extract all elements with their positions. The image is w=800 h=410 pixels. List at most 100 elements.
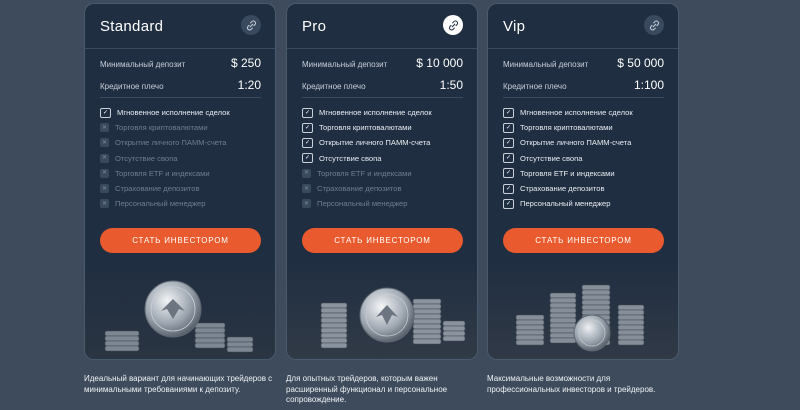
min-deposit-value: $ 10 000: [416, 56, 463, 70]
feature-label: Торговля ETF и индексами: [520, 168, 615, 178]
feature-item: ✓ Торговля криптовалютами: [503, 120, 668, 135]
coin-stack-image: [287, 259, 477, 359]
leverage-label: Кредитное плечо: [100, 82, 164, 91]
feature-item: ✓ Торговля ETF и индексами: [503, 166, 668, 181]
feature-label: Отсутствие свопа: [520, 153, 583, 163]
feature-label: Отсутствие свопа: [319, 153, 382, 163]
plan-card-header: Pro: [287, 4, 477, 49]
divider: [503, 97, 664, 98]
checkmark-icon: ✓: [503, 183, 514, 194]
leverage-value: 1:50: [439, 78, 463, 92]
feature-label: Открытие личного ПАММ-счета: [319, 138, 431, 148]
coin-stack-image: [488, 259, 678, 359]
feature-label: Торговля криптовалютами: [115, 123, 208, 133]
checkmark-icon: ✓: [503, 153, 514, 164]
checkmark-icon: ✓: [302, 122, 313, 133]
feature-item: ✓ Открытие личного ПАММ-счета: [302, 135, 467, 150]
feature-item: ✕ Открытие личного ПАММ-счета: [100, 135, 265, 150]
feature-label: Персональный менеджер: [317, 199, 408, 209]
feature-label: Открытие личного ПАММ-счета: [520, 138, 632, 148]
plan-description: Идеальный вариант для начинающих трейдер…: [84, 374, 273, 394]
leverage-row: Кредитное плечо 1:100: [503, 78, 664, 94]
checkmark-icon: ✓: [503, 168, 514, 179]
leverage-value: 1:100: [633, 78, 664, 92]
min-deposit-row: Минимальный депозит $ 250: [100, 56, 261, 72]
cross-icon: ✕: [302, 184, 311, 194]
checkmark-icon: ✓: [302, 137, 313, 148]
feature-label: Мгновенное исполнение сделок: [117, 108, 230, 118]
feature-item: ✕ Торговля криптовалютами: [100, 120, 265, 135]
cross-icon: ✕: [302, 199, 311, 209]
feature-list: ✓ Мгновенное исполнение сделок ✕ Торговля к…: [100, 105, 265, 211]
min-deposit-value: $ 50 000: [617, 56, 664, 70]
feature-list: ✓ Мгновенное исполнение сделок ✓ Торговля к…: [302, 105, 467, 211]
plan-description: Для опытных трейдеров, которым важен рас…: [286, 374, 448, 404]
divider: [100, 97, 261, 98]
feature-item: ✓ Мгновенное исполнение сделок: [503, 105, 668, 120]
feature-item: ✕ Торговля ETF и индексами: [100, 166, 265, 181]
cross-icon: ✕: [100, 123, 109, 133]
leverage-row: Кредитное плечо 1:50: [302, 78, 463, 94]
leverage-label: Кредитное плечо: [503, 82, 567, 91]
min-deposit-value: $ 250: [230, 56, 261, 70]
feature-item: ✕ Персональный менеджер: [100, 196, 265, 211]
feature-label: Персональный менеджер: [520, 199, 611, 209]
cross-icon: ✕: [100, 168, 109, 178]
coin-stack-image: [85, 259, 275, 359]
become-investor-button[interactable]: СТАТЬ ИНВЕСТОРОМ: [302, 228, 463, 253]
link-icon[interactable]: [644, 15, 664, 35]
plan-card-header: Standard: [85, 4, 275, 49]
min-deposit-row: Минимальный депозит $ 50 000: [503, 56, 664, 72]
min-deposit-label: Минимальный депозит: [100, 60, 186, 69]
leverage-value: 1:20: [237, 78, 261, 92]
feature-label: Мгновенное исполнение сделок: [319, 108, 432, 118]
cross-icon: ✕: [100, 138, 109, 148]
min-deposit-label: Минимальный депозит: [302, 60, 388, 69]
feature-label: Торговля криптовалютами: [520, 123, 613, 133]
feature-label: Открытие личного ПАММ-счета: [115, 138, 227, 148]
become-investor-button[interactable]: СТАТЬ ИНВЕСТОРОМ: [503, 228, 664, 253]
leverage-label: Кредитное плечо: [302, 82, 366, 91]
feature-label: Отсутствие свопа: [115, 153, 178, 163]
feature-label: Торговля криптовалютами: [319, 123, 412, 133]
cross-icon: ✕: [100, 184, 109, 194]
feature-label: Страхование депозитов: [317, 184, 402, 194]
feature-item: ✓ Открытие личного ПАММ-счета: [503, 135, 668, 150]
plan-name: Standard: [100, 18, 164, 35]
feature-label: Мгновенное исполнение сделок: [520, 108, 633, 118]
checkmark-icon: ✓: [302, 107, 313, 118]
cross-icon: ✕: [100, 199, 109, 209]
feature-label: Торговля ETF и индексами: [317, 168, 412, 178]
checkmark-icon: ✓: [503, 198, 514, 209]
feature-label: Страхование депозитов: [520, 184, 605, 194]
plan-name: Pro: [302, 18, 327, 35]
checkmark-icon: ✓: [302, 153, 313, 164]
feature-item: ✓ Отсутствие свопа: [503, 151, 668, 166]
plan-card-standard: Standard Минимальный депозит $ 250 Креди…: [84, 3, 276, 360]
feature-item: ✓ Торговля криптовалютами: [302, 120, 467, 135]
feature-item: ✓ Мгновенное исполнение сделок: [302, 105, 467, 120]
feature-label: Торговля ETF и индексами: [115, 168, 210, 178]
plan-description: Максимальные возможности для профессиона…: [487, 374, 656, 394]
feature-label: Персональный менеджер: [115, 199, 206, 209]
leverage-row: Кредитное плечо 1:20: [100, 78, 261, 94]
link-icon[interactable]: [241, 15, 261, 35]
divider: [302, 97, 463, 98]
become-investor-button[interactable]: СТАТЬ ИНВЕСТОРОМ: [100, 228, 261, 253]
cross-icon: ✕: [302, 168, 311, 178]
feature-item: ✕ Страхование депозитов: [100, 181, 265, 196]
plan-name: Vip: [503, 18, 526, 35]
checkmark-icon: ✓: [503, 107, 514, 118]
link-icon[interactable]: [443, 15, 463, 35]
feature-item: ✕ Отсутствие свопа: [100, 151, 265, 166]
feature-item: ✕ Торговля ETF и индексами: [302, 166, 467, 181]
feature-item: ✓ Страхование депозитов: [503, 181, 668, 196]
feature-label: Страхование депозитов: [115, 184, 200, 194]
feature-item: ✓ Отсутствие свопа: [302, 151, 467, 166]
min-deposit-row: Минимальный депозит $ 10 000: [302, 56, 463, 72]
plan-card-header: Vip: [488, 4, 678, 49]
feature-item: ✓ Персональный менеджер: [503, 196, 668, 211]
plan-card-vip: Vip Минимальный депозит $ 50 000 Кредитн…: [487, 3, 679, 360]
min-deposit-label: Минимальный депозит: [503, 60, 589, 69]
feature-item: ✕ Страхование депозитов: [302, 181, 467, 196]
